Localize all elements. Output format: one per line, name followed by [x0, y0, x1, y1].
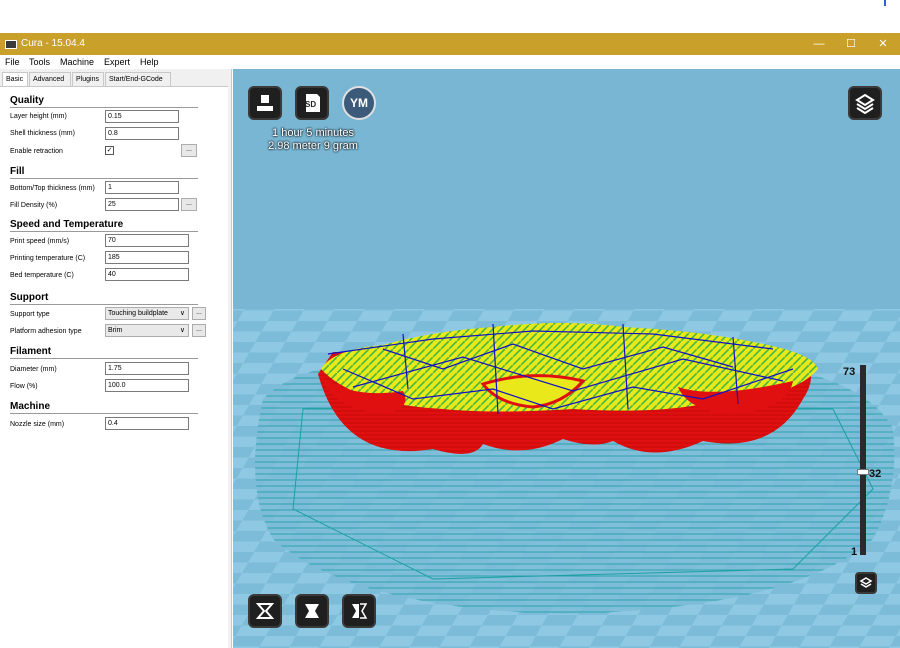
- platform-adhesion-value: Brim: [108, 327, 123, 334]
- nozzle-size-field[interactable]: 0.4: [105, 417, 189, 430]
- menu-expert[interactable]: Expert: [104, 57, 130, 67]
- menu-file[interactable]: File: [5, 57, 20, 67]
- settings-panel: Basic Advanced Plugins Start/End-GCode Q…: [0, 69, 232, 648]
- section-divider: [10, 178, 198, 179]
- section-fill-title: Fill: [10, 166, 25, 177]
- view-mode-button[interactable]: [848, 86, 882, 120]
- bottom-top-thickness-label: Bottom/Top thickness (mm): [10, 185, 95, 192]
- section-divider: [10, 413, 198, 414]
- view-mode-icon: [855, 93, 875, 114]
- 3d-viewport[interactable]: SD YM 1 hour 5 minutes 2.98 meter 9 gram: [233, 69, 900, 648]
- tab-plugins[interactable]: Plugins: [72, 72, 104, 86]
- section-divider: [10, 304, 198, 305]
- section-filament-title: Filament: [10, 346, 52, 357]
- menu-bar: File Tools Machine Expert Help: [0, 55, 900, 69]
- print-speed-label: Print speed (mm/s): [10, 238, 70, 245]
- app-icon: [5, 40, 17, 49]
- layer-min: 1: [851, 546, 858, 558]
- diameter-label: Diameter (mm): [10, 366, 57, 373]
- maximize-button[interactable]: ☐: [840, 36, 862, 52]
- rotate-button[interactable]: [248, 594, 282, 628]
- enable-retraction-label: Enable retraction: [10, 148, 63, 155]
- tab-basic[interactable]: Basic: [2, 72, 28, 86]
- scale-icon: [305, 604, 319, 618]
- section-divider: [10, 107, 198, 108]
- tab-start-end-gcode[interactable]: Start/End-GCode: [105, 72, 171, 86]
- flow-field[interactable]: 100.0: [105, 379, 189, 392]
- menu-tools[interactable]: Tools: [29, 57, 50, 67]
- menu-machine[interactable]: Machine: [60, 57, 94, 67]
- mirror-button[interactable]: [342, 594, 376, 628]
- print-speed-field[interactable]: 70: [105, 234, 189, 247]
- diameter-field[interactable]: 1.75: [105, 362, 189, 375]
- chevron-down-icon: ∨: [179, 310, 185, 317]
- fill-density-label: Fill Density (%): [10, 202, 58, 209]
- retraction-more-button[interactable]: ...: [181, 144, 197, 157]
- section-quality-title: Quality: [10, 95, 44, 106]
- support-type-value: Touching buildplate: [108, 310, 168, 317]
- nozzle-size-label: Nozzle size (mm): [10, 421, 65, 428]
- bottom-top-thickness-field[interactable]: 1: [105, 181, 179, 194]
- platform-adhesion-select[interactable]: Brim ∨: [105, 324, 189, 337]
- layer-view-icon: [859, 577, 873, 588]
- minimize-button[interactable]: —: [808, 36, 830, 52]
- mirror-icon: [352, 603, 368, 619]
- tab-advanced[interactable]: Advanced: [29, 72, 71, 86]
- sd-label: SD: [305, 100, 317, 109]
- chevron-down-icon: ∨: [179, 327, 185, 334]
- layer-slider-handle[interactable]: [857, 469, 869, 475]
- title-bar: Cura - 15.04.4 — ☐ ✕: [0, 33, 900, 55]
- layer-height-label: Layer height (mm): [10, 113, 67, 120]
- print-time: 1 hour 5 minutes: [272, 127, 354, 139]
- flow-label: Flow (%): [10, 383, 38, 390]
- save-to-sd-button[interactable]: SD: [295, 86, 329, 120]
- scene-canvas: [233, 69, 900, 648]
- platform-adhesion-label: Platform adhesion type: [10, 328, 82, 335]
- support-type-select[interactable]: Touching buildplate ∨: [105, 307, 189, 320]
- layer-view-button[interactable]: [855, 572, 877, 594]
- printing-temperature-label: Printing temperature (C): [10, 255, 86, 262]
- print-material: 2.98 meter 9 gram: [268, 140, 358, 152]
- cursor-marker: [884, 0, 886, 6]
- settings-tabs: Basic Advanced Plugins Start/End-GCode: [0, 72, 232, 86]
- close-button[interactable]: ✕: [872, 36, 894, 52]
- fill-more-button[interactable]: ...: [181, 198, 197, 211]
- rotate-icon: [255, 603, 275, 619]
- load-model-button[interactable]: [248, 86, 282, 120]
- shell-thickness-label: Shell thickness (mm): [10, 130, 75, 137]
- youmagine-button[interactable]: YM: [342, 86, 376, 120]
- window-title: Cura - 15.04.4: [21, 38, 85, 49]
- section-divider: [10, 358, 198, 359]
- fill-density-field[interactable]: 25: [105, 198, 179, 211]
- printing-temperature-field[interactable]: 185: [105, 251, 189, 264]
- bed-temperature-field[interactable]: 40: [105, 268, 189, 281]
- section-speed-title: Speed and Temperature: [10, 219, 124, 230]
- bed-temperature-label: Bed temperature (C): [10, 272, 74, 279]
- scale-button[interactable]: [295, 594, 329, 628]
- enable-retraction-checkbox[interactable]: ✓: [105, 146, 114, 155]
- support-type-label: Support type: [10, 311, 50, 318]
- shell-thickness-field[interactable]: 0.8: [105, 127, 179, 140]
- adhesion-more-button[interactable]: ...: [192, 324, 206, 337]
- section-support-title: Support: [10, 292, 49, 303]
- menu-help[interactable]: Help: [140, 57, 159, 67]
- layer-height-field[interactable]: 0.15: [105, 110, 179, 123]
- settings-body: Quality Layer height (mm) 0.15 Shell thi…: [0, 86, 228, 648]
- layer-max: 73: [843, 366, 856, 378]
- section-machine-title: Machine: [10, 401, 51, 412]
- support-more-button[interactable]: ...: [192, 307, 206, 320]
- layer-slider-track[interactable]: [860, 365, 866, 555]
- load-model-icon: [257, 95, 273, 111]
- section-divider: [10, 231, 198, 232]
- layer-current: 32: [869, 468, 882, 480]
- top-strip: [0, 0, 900, 33]
